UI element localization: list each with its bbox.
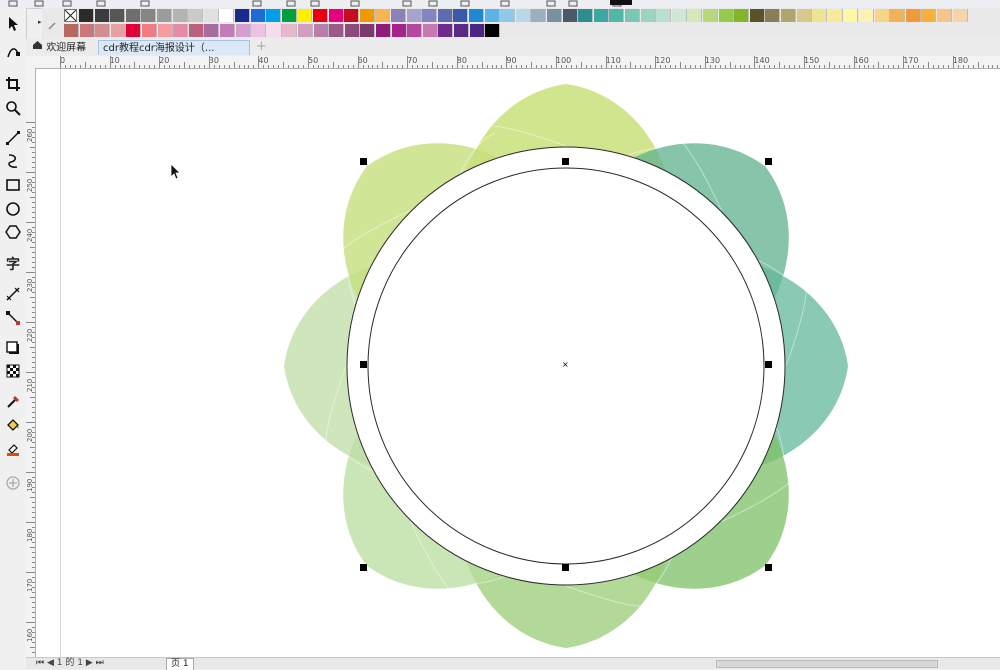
selection-handle-left[interactable] bbox=[360, 361, 367, 368]
first-page-icon[interactable]: ⏮ bbox=[36, 658, 44, 668]
selection-handle-top-left[interactable] bbox=[360, 158, 367, 165]
selection-handle-bottom-left[interactable] bbox=[360, 564, 367, 571]
selection-handle-top-right[interactable] bbox=[765, 158, 772, 165]
selection-handle-top[interactable] bbox=[562, 158, 569, 165]
horizontal-scrollbar[interactable] bbox=[716, 660, 938, 668]
prev-page-icon[interactable]: ◀ bbox=[47, 658, 54, 668]
last-page-icon[interactable]: ⏭ bbox=[96, 658, 104, 668]
mouse-cursor-icon bbox=[170, 163, 182, 184]
selection-handle-bottom[interactable] bbox=[562, 564, 569, 571]
rotation-center-icon[interactable]: × bbox=[562, 361, 569, 369]
selection-handle-bottom-right[interactable] bbox=[765, 564, 772, 571]
page-tab[interactable]: 页 1 bbox=[166, 658, 194, 670]
next-page-icon[interactable]: ▶ bbox=[86, 658, 93, 668]
flower-artwork[interactable] bbox=[0, 0, 1000, 668]
selection-handle-right[interactable] bbox=[765, 361, 772, 368]
page-count: 1 的 1 bbox=[56, 658, 83, 668]
page-navigator[interactable]: ⏮ ◀ 1 的 1 ▶ ⏭ bbox=[36, 658, 104, 669]
page-navigator-bar: ⏮ ◀ 1 的 1 ▶ ⏭ 页 1 bbox=[26, 657, 1000, 670]
